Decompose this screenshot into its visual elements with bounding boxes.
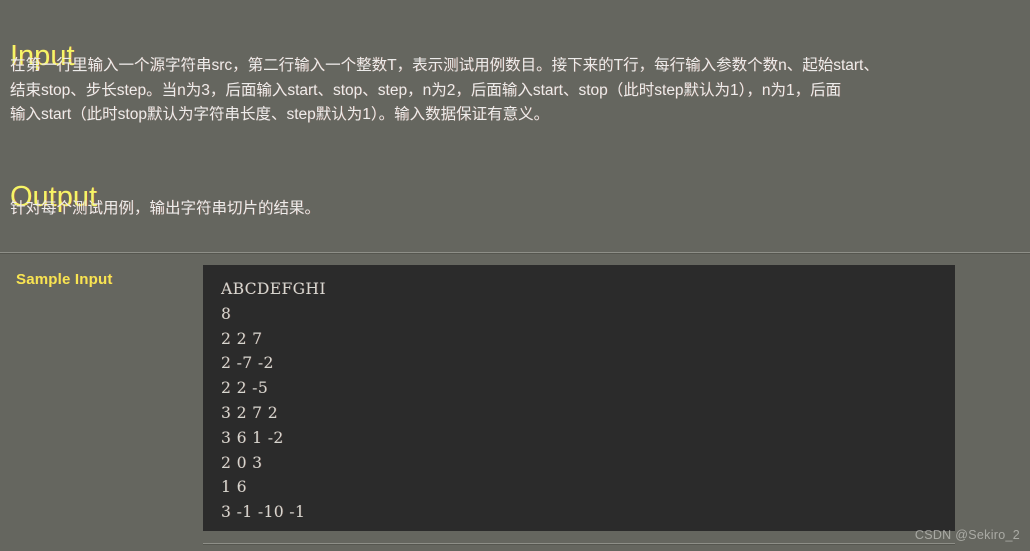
code-line: 2 2 -5 <box>221 379 269 398</box>
code-line: ABCDEFGHI <box>221 280 326 298</box>
input-description-line: 在第一行里输入一个源字符串src，第二行输入一个整数T，表示测试用例数目。接下来… <box>10 57 879 74</box>
code-line: 1 6 <box>221 478 247 497</box>
watermark-text: CSDN @Sekiro_2 <box>914 528 1020 542</box>
input-description-line: 结束stop、步长step。当n为3，后面输入start、stop、step，n… <box>10 81 842 99</box>
sample-input-divider <box>203 543 955 545</box>
sample-input-label: Sample Input <box>16 271 113 288</box>
code-line: 8 <box>221 304 232 323</box>
output-description-line: 针对每个测试用例，输出字符串切片的结果。 <box>10 200 321 217</box>
code-line: 3 2 7 2 <box>221 403 279 422</box>
code-line: 2 2 7 <box>221 329 263 348</box>
code-line: 2 -7 -2 <box>221 354 274 373</box>
code-line: 3 -1 -10 -1 <box>221 503 306 522</box>
code-line: 2 0 3 <box>221 453 263 472</box>
section-divider <box>0 252 1030 254</box>
sample-input-code-block: ABCDEFGHI 8 2 2 7 2 -7 -2 2 2 -5 3 2 7 2… <box>203 265 955 531</box>
output-section-description: 针对每个测试用例，输出字符串切片的结果。 <box>10 197 710 222</box>
code-line: 3 6 1 -2 <box>221 428 284 447</box>
problem-statement-page: Input 在第一行里输入一个源字符串src，第二行输入一个整数T，表示测试用例… <box>0 0 1030 551</box>
input-description-line: 输入start（此时stop默认为字符串长度、step默认为1）。输入数据保证有… <box>10 106 550 123</box>
input-section-description: 在第一行里输入一个源字符串src，第二行输入一个整数T，表示测试用例数目。接下来… <box>10 54 1020 128</box>
